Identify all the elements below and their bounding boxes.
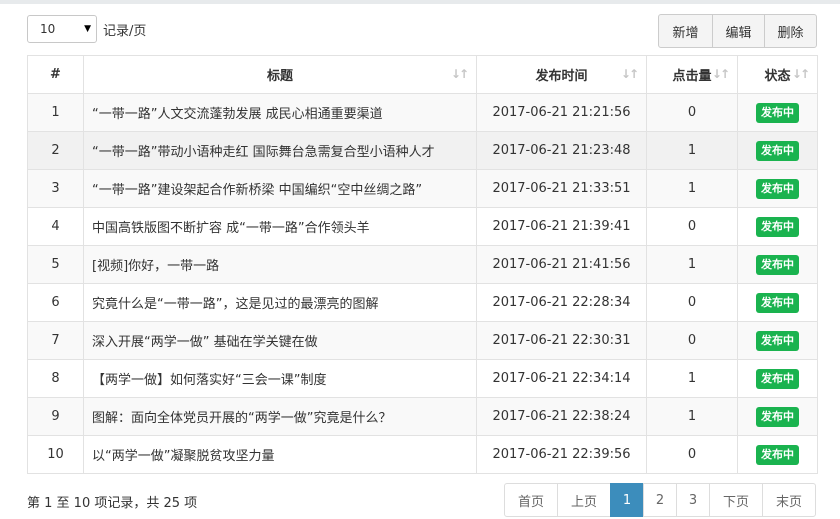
status-badge: 发布中 xyxy=(756,406,799,427)
row-title: 究竟什么是“一带一路”，这是见过的最漂亮的图解 xyxy=(83,283,477,322)
page-button-2[interactable]: 2 xyxy=(643,483,677,517)
row-index: 4 xyxy=(27,207,84,246)
row-clicks: 0 xyxy=(646,207,738,246)
row-clicks: 0 xyxy=(646,321,738,360)
chevron-down-icon: ▼ xyxy=(84,24,91,34)
row-time: 2017-06-21 22:28:34 xyxy=(476,283,647,322)
page-size-select[interactable]: 10 ▼ xyxy=(27,15,97,43)
row-time: 2017-06-21 21:23:48 xyxy=(476,131,647,170)
row-title: 【两学一做】如何落实好“三会一课”制度 xyxy=(83,359,477,398)
row-clicks: 0 xyxy=(646,283,738,322)
row-clicks: 0 xyxy=(646,435,738,474)
row-time: 2017-06-21 21:21:56 xyxy=(476,93,647,132)
column-header-title[interactable]: 标题 ↓↑ xyxy=(83,55,477,94)
status-badge: 发布中 xyxy=(756,216,799,237)
pagination-info: 第 1 至 10 项记录，共 25 项 xyxy=(27,496,198,511)
row-clicks: 1 xyxy=(646,245,738,284)
table-row[interactable]: 5 [视频]你好，一带一路 2017-06-21 21:41:56 1 发布中 xyxy=(27,245,818,284)
page-button-1[interactable]: 1 xyxy=(610,483,644,517)
status-badge: 发布中 xyxy=(756,444,799,465)
row-clicks: 0 xyxy=(646,93,738,132)
row-index: 9 xyxy=(27,397,84,436)
article-table: # 标题 ↓↑ 发布时间 ↓↑ 点击量 ↓↑ 状态 ↓↑ 1 “一带一路”人文交流蓬勃发… xyxy=(27,55,818,474)
delete-button[interactable]: 删除 xyxy=(764,14,817,48)
row-index: 10 xyxy=(27,435,84,474)
status-badge: 发布中 xyxy=(756,102,799,123)
column-header-index: # xyxy=(27,55,84,94)
row-title: 深入开展“两学一做” 基础在学关键在做 xyxy=(83,321,477,360)
row-index: 1 xyxy=(27,93,84,132)
table-header-row: # 标题 ↓↑ 发布时间 ↓↑ 点击量 ↓↑ 状态 ↓↑ xyxy=(27,55,818,94)
page-size-control: 10 ▼ 记录/页 xyxy=(27,14,146,44)
first-page-button[interactable]: 首页 xyxy=(504,483,558,517)
row-time: 2017-06-21 21:39:41 xyxy=(476,207,647,246)
row-title: “一带一路”人文交流蓬勃发展 成民心相通重要渠道 xyxy=(83,93,477,132)
column-header-status[interactable]: 状态 ↓↑ xyxy=(737,55,818,94)
table-row[interactable]: 7 深入开展“两学一做” 基础在学关键在做 2017-06-21 22:30:3… xyxy=(27,321,818,360)
column-header-time[interactable]: 发布时间 ↓↑ xyxy=(476,55,647,94)
row-time: 2017-06-21 22:39:56 xyxy=(476,435,647,474)
sort-icon[interactable]: ↓↑ xyxy=(451,67,469,81)
row-time: 2017-06-21 22:34:14 xyxy=(476,359,647,398)
row-index: 7 xyxy=(27,321,84,360)
table-row[interactable]: 3 “一带一路”建设架起合作新桥梁 中国编织“空中丝绸之路” 2017-06-2… xyxy=(27,169,818,208)
column-header-clicks[interactable]: 点击量 ↓↑ xyxy=(646,55,738,94)
table-row[interactable]: 6 究竟什么是“一带一路”，这是见过的最漂亮的图解 2017-06-21 22:… xyxy=(27,283,818,322)
row-clicks: 1 xyxy=(646,397,738,436)
row-time: 2017-06-21 21:33:51 xyxy=(476,169,647,208)
row-title: [视频]你好，一带一路 xyxy=(83,245,477,284)
row-index: 3 xyxy=(27,169,84,208)
action-button-group: 新增 编辑 删除 xyxy=(658,14,817,48)
status-badge: 发布中 xyxy=(756,140,799,161)
table-row[interactable]: 4 中国高铁版图不断扩容 成“一带一路”合作领头羊 2017-06-21 21:… xyxy=(27,207,818,246)
page-button-3[interactable]: 3 xyxy=(676,483,710,517)
sort-icon[interactable]: ↓↑ xyxy=(621,67,639,81)
row-index: 2 xyxy=(27,131,84,170)
row-clicks: 1 xyxy=(646,131,738,170)
row-clicks: 1 xyxy=(646,359,738,398)
row-time: 2017-06-21 21:41:56 xyxy=(476,245,647,284)
table-row[interactable]: 8 【两学一做】如何落实好“三会一课”制度 2017-06-21 22:34:1… xyxy=(27,359,818,398)
next-page-button[interactable]: 下页 xyxy=(709,483,763,517)
toolbar: 10 ▼ 记录/页 新增 编辑 删除 xyxy=(27,14,817,48)
status-badge: 发布中 xyxy=(756,330,799,351)
table-row[interactable]: 1 “一带一路”人文交流蓬勃发展 成民心相通重要渠道 2017-06-21 21… xyxy=(27,93,818,132)
row-time: 2017-06-21 22:38:24 xyxy=(476,397,647,436)
row-clicks: 1 xyxy=(646,169,738,208)
row-index: 8 xyxy=(27,359,84,398)
table-row[interactable]: 2 “一带一路”带动小语种走红 国际舞台急需复合型小语种人才 2017-06-2… xyxy=(27,131,818,170)
status-badge: 发布中 xyxy=(756,178,799,199)
row-index: 6 xyxy=(27,283,84,322)
row-time: 2017-06-21 22:30:31 xyxy=(476,321,647,360)
add-button[interactable]: 新增 xyxy=(658,14,713,48)
row-index: 5 xyxy=(27,245,84,284)
edit-button[interactable]: 编辑 xyxy=(712,14,765,48)
sort-icon[interactable]: ↓↑ xyxy=(792,67,810,81)
page-size-value: 10 xyxy=(40,22,56,36)
prev-page-button[interactable]: 上页 xyxy=(557,483,611,517)
row-title: 图解：面向全体党员开展的“两学一做”究竟是什么？ xyxy=(83,397,477,436)
status-badge: 发布中 xyxy=(756,292,799,313)
status-badge: 发布中 xyxy=(756,254,799,275)
page-size-unit-label: 记录/页 xyxy=(103,23,147,39)
table-row[interactable]: 9 图解：面向全体党员开展的“两学一做”究竟是什么？ 2017-06-21 22… xyxy=(27,397,818,436)
pagination: 首页 上页 1 2 3 下页 末页 xyxy=(504,483,816,517)
row-title: 以“两学一做”凝聚脱贫攻坚力量 xyxy=(83,435,477,474)
row-title: 中国高铁版图不断扩容 成“一带一路”合作领头羊 xyxy=(83,207,477,246)
table-row[interactable]: 10 以“两学一做”凝聚脱贫攻坚力量 2017-06-21 22:39:56 0… xyxy=(27,435,818,474)
last-page-button[interactable]: 末页 xyxy=(762,483,816,517)
sort-icon[interactable]: ↓↑ xyxy=(712,67,730,81)
row-title: “一带一路”带动小语种走红 国际舞台急需复合型小语种人才 xyxy=(83,131,477,170)
row-title: “一带一路”建设架起合作新桥梁 中国编织“空中丝绸之路” xyxy=(83,169,477,208)
status-badge: 发布中 xyxy=(756,368,799,389)
top-border xyxy=(0,0,840,4)
